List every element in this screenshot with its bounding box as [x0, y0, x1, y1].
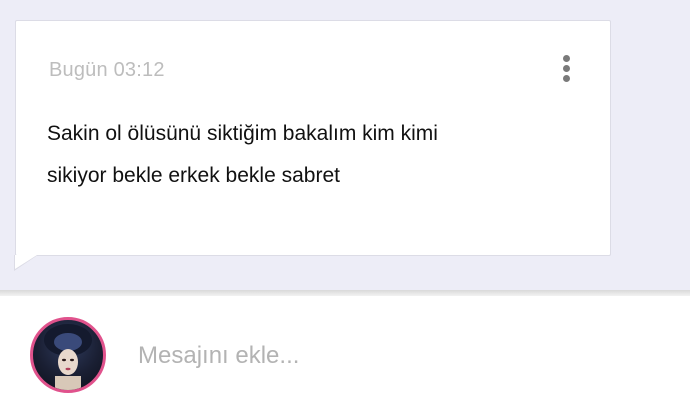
more-vertical-icon-dot [562, 74, 570, 82]
avatar[interactable] [30, 317, 106, 393]
message-text: Sakin ol ölüsünü siktiğim bakalım kim ki… [47, 113, 587, 197]
avatar-image [44, 324, 92, 390]
more-vertical-icon [562, 54, 570, 62]
message-composer [0, 296, 690, 403]
more-vertical-icon-dot [562, 64, 570, 72]
message-bubble: Bugün 03:12 Sakin ol ölüsünü siktiğim ba… [15, 20, 611, 256]
message-timestamp: Bugün 03:12 [49, 59, 165, 81]
chat-area: Bugün 03:12 Sakin ol ölüsünü siktiğim ba… [0, 0, 690, 290]
message-input[interactable] [138, 338, 658, 374]
message-text-line: Sakin ol ölüsünü siktiğim bakalım kim ki… [47, 122, 438, 145]
message-text-line: sikiyor bekle erkek bekle sabret [47, 164, 340, 187]
bubble-tail [15, 255, 37, 269]
more-options-button[interactable] [554, 49, 578, 87]
